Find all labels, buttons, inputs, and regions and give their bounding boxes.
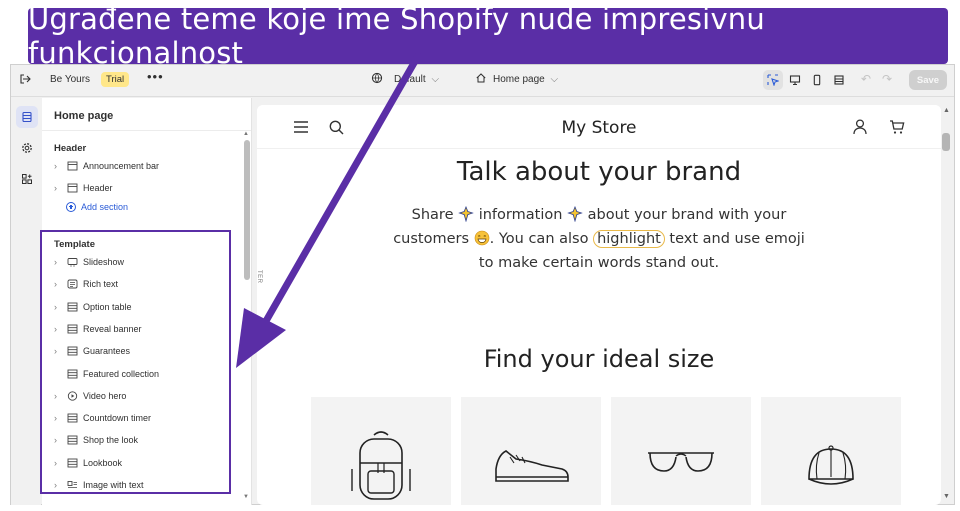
annotation-arrow	[236, 52, 422, 368]
screenshot-root: Ugrađene teme koje ime Shopify nude impr…	[0, 0, 960, 511]
